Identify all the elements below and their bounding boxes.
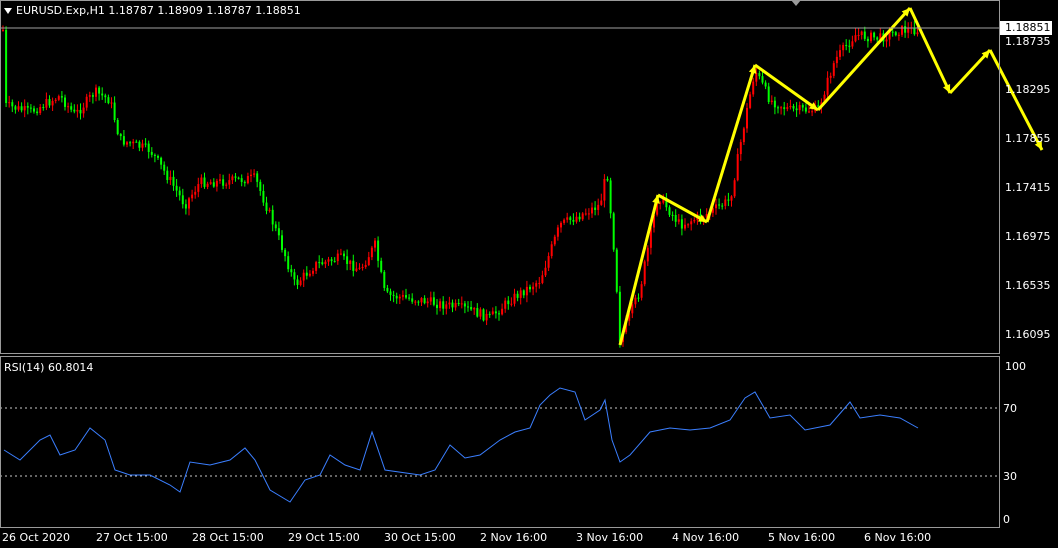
- time-tick: 29 Oct 15:00: [288, 531, 360, 544]
- price-tick: 1.16975: [1005, 230, 1051, 243]
- price-pane[interactable]: [0, 0, 1000, 354]
- time-tick: 3 Nov 16:00: [576, 531, 644, 544]
- price-tick: 1.17415: [1005, 181, 1051, 194]
- time-tick: 2 Nov 16:00: [480, 531, 548, 544]
- rsi-tick: 30: [1003, 470, 1017, 483]
- price-tick: 1.17855: [1005, 132, 1051, 145]
- time-tick: 6 Nov 16:00: [864, 531, 932, 544]
- current-price-label: 1.18851: [1000, 21, 1052, 35]
- time-tick: 26 Oct 2020: [2, 531, 71, 544]
- price-tick: 1.18735: [1005, 35, 1051, 48]
- price-tick: 1.18295: [1005, 83, 1051, 96]
- rsi-header: RSI(14) 60.8014: [4, 361, 94, 374]
- time-tick: 27 Oct 15:00: [96, 531, 168, 544]
- price-tick: 1.16095: [1005, 328, 1051, 341]
- rsi-tick: 0: [1003, 513, 1010, 526]
- time-tick: 4 Nov 16:00: [672, 531, 740, 544]
- time-tick: 28 Oct 15:00: [192, 531, 264, 544]
- symbol-line: EURUSD.Exp,H1 1.18787 1.18909 1.18787 1.…: [16, 4, 301, 17]
- time-tick: 5 Nov 16:00: [768, 531, 836, 544]
- rsi-pane[interactable]: [0, 356, 1000, 528]
- rsi-tick: 100: [1005, 360, 1026, 373]
- symbol-header: EURUSD.Exp,H1 1.18787 1.18909 1.18787 1.…: [4, 4, 301, 17]
- time-tick: 30 Oct 15:00: [384, 531, 456, 544]
- price-tick: 1.16535: [1005, 279, 1051, 292]
- dropdown-triangle-icon[interactable]: [4, 8, 12, 14]
- rsi-tick: 70: [1003, 402, 1017, 415]
